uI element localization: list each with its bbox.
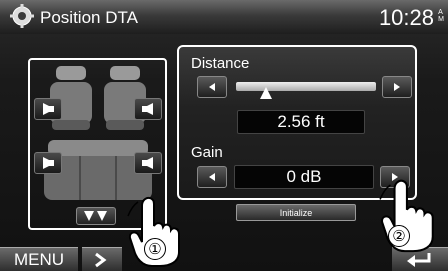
gain-value: 0 dB	[234, 165, 374, 189]
distance-decrease-button[interactable]	[197, 76, 227, 98]
speaker-icon	[43, 103, 54, 115]
distance-slider[interactable]	[236, 82, 376, 91]
chevron-right-icon	[95, 252, 107, 268]
menu-button[interactable]: MENU	[0, 247, 78, 271]
callout-2: ②	[388, 225, 410, 247]
callout-1: ①	[144, 238, 166, 260]
distance-increase-button[interactable]	[382, 76, 412, 98]
front-left-speaker-button[interactable]	[34, 98, 62, 120]
gain-decrease-button[interactable]	[197, 166, 227, 188]
rear-left-speaker-button[interactable]	[34, 152, 62, 174]
header-bar: Position DTA 10:28 AM	[0, 0, 448, 34]
clock: 10:28	[378, 5, 434, 30]
hand-pointer-icon	[379, 179, 434, 253]
right-arrow-icon	[394, 83, 400, 91]
rear-right-speaker-button[interactable]	[134, 152, 162, 174]
position-dta-screen: Position DTA 10:28 AM Distance 2.56 ft G…	[0, 0, 448, 271]
left-arrow-icon	[209, 173, 215, 181]
speaker-icon	[43, 157, 54, 169]
page-title: Position DTA	[40, 8, 138, 27]
seat-mode-button[interactable]	[76, 207, 116, 225]
distance-value: 2.56 ft	[237, 110, 365, 134]
clock-ampm: AM	[438, 9, 444, 23]
next-button[interactable]	[82, 247, 122, 271]
seat-mode-icon	[84, 211, 107, 221]
initialize-button[interactable]: Initialize	[236, 204, 356, 221]
distance-label: Distance	[191, 55, 250, 72]
speaker-icon	[142, 103, 153, 115]
gear-icon	[10, 4, 34, 28]
left-arrow-icon	[209, 83, 215, 91]
speaker-icon	[142, 157, 153, 169]
gain-label: Gain	[191, 144, 223, 161]
front-right-speaker-button[interactable]	[134, 98, 162, 120]
distance-slider-thumb[interactable]	[260, 87, 272, 99]
